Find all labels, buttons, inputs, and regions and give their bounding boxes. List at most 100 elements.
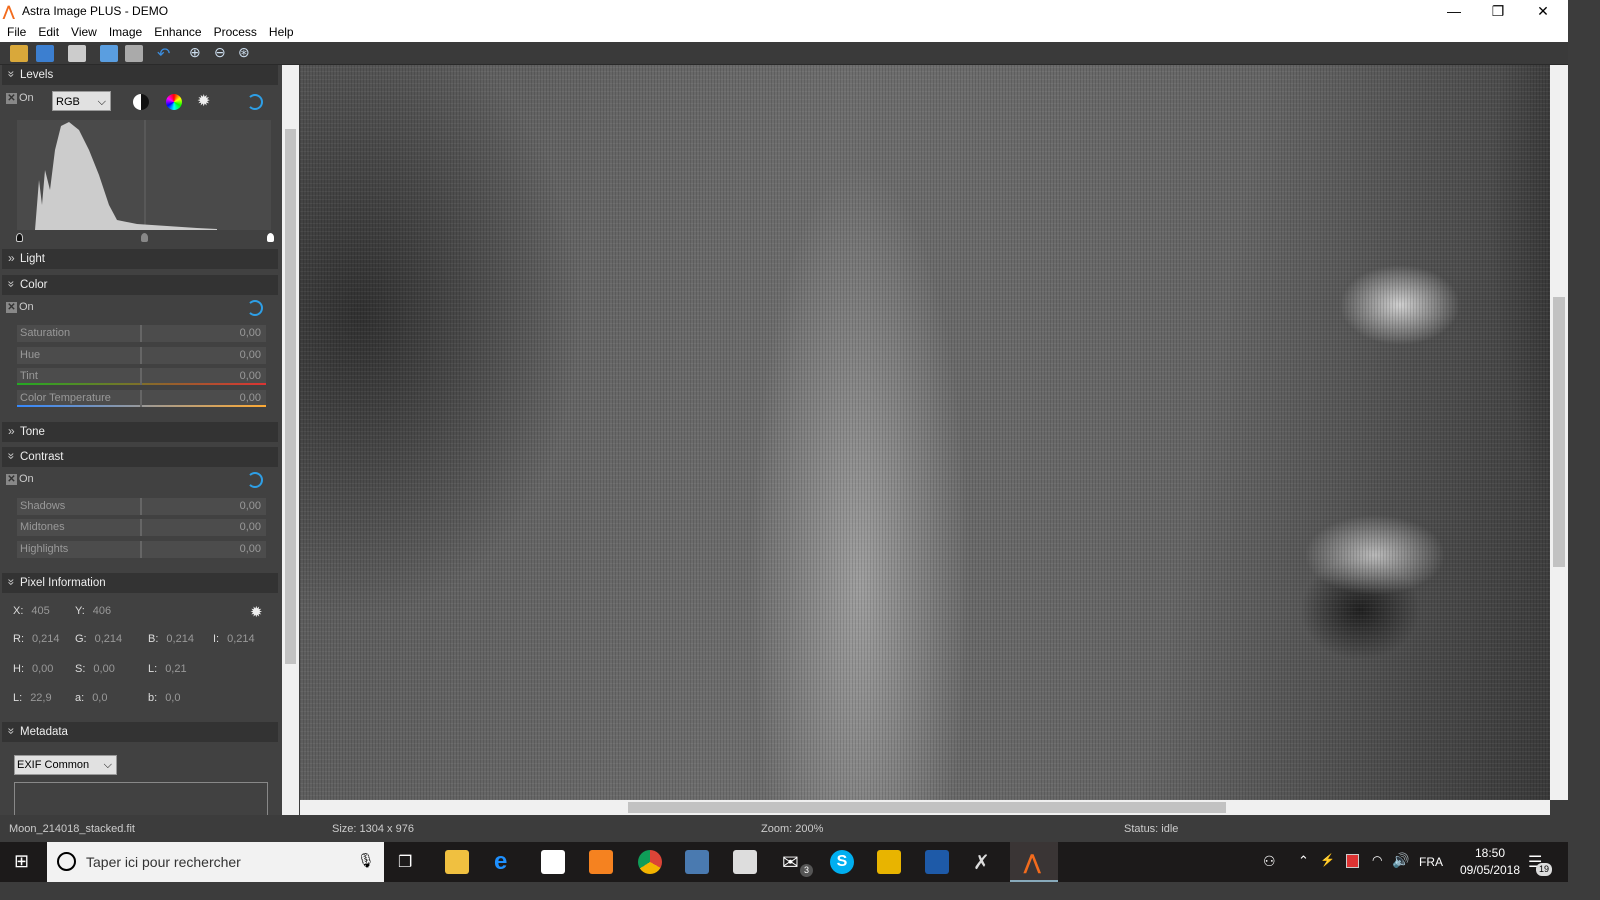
image-horizontal-scrollbar[interactable] — [300, 800, 1550, 815]
taskbar: ⊞ Taper ici pour rechercher 🎙 ❐ e ✉ 3 S … — [0, 842, 1568, 882]
windows-start-icon[interactable]: ⊞ — [14, 851, 29, 872]
undo-icon[interactable]: ↶ — [157, 44, 170, 64]
restore-button[interactable]: ❐ — [1476, 0, 1520, 22]
paste-icon[interactable] — [125, 45, 143, 62]
print-icon[interactable] — [68, 45, 86, 62]
section-pixel-information[interactable]: Pixel Information — [2, 573, 278, 593]
adjustments-panel: Levels ✕ On RGB ⌵ ✹ Light Color ✕ On Satu… — [0, 65, 282, 815]
menu-edit[interactable]: Edit — [31, 22, 64, 39]
app-x-icon[interactable]: ✗ — [973, 850, 997, 874]
pixel-l: L: 0,21 — [148, 663, 187, 675]
language-indicator[interactable]: FRA — [1419, 855, 1443, 869]
astra-taskbar-button[interactable]: ⋀ — [1010, 842, 1058, 882]
gear-icon[interactable]: ✹ — [197, 91, 210, 111]
open-icon[interactable] — [10, 45, 28, 62]
chevron-down-icon: ⌵ — [103, 759, 112, 771]
security-icon[interactable] — [1346, 854, 1359, 868]
menu-process[interactable]: Process — [207, 22, 262, 39]
menu-view[interactable]: View — [64, 22, 102, 39]
chrome-icon[interactable] — [638, 850, 662, 874]
color-on-checkbox[interactable]: ✕ — [6, 302, 17, 313]
pixel-x: X: 405 — [13, 605, 50, 617]
panel-scrollbar-thumb[interactable] — [285, 129, 296, 664]
color-reset-icon[interactable] — [247, 300, 263, 316]
pixel-lab-l: L: 22,9 — [13, 692, 52, 704]
zoom-out-icon[interactable]: ⊖ — [214, 44, 226, 61]
store-icon[interactable] — [541, 850, 565, 874]
save-icon[interactable] — [36, 45, 54, 62]
highlights-slider[interactable]: Highlights 0,00 — [17, 541, 266, 558]
search-box[interactable]: Taper ici pour rechercher 🎙 — [47, 842, 384, 882]
pixel-settings-gear-icon[interactable]: ✹ — [250, 603, 263, 621]
volume-icon[interactable]: 🔊 — [1392, 852, 1409, 869]
saturation-slider[interactable]: Saturation 0,00 — [17, 325, 266, 342]
black-point-handle[interactable] — [16, 233, 23, 242]
minimize-button[interactable]: — — [1432, 0, 1476, 22]
contrast-on-checkbox[interactable]: ✕ — [6, 474, 17, 485]
channel-value: RGB — [56, 96, 80, 108]
vertical-scrollbar-thumb[interactable] — [1553, 297, 1565, 567]
close-button[interactable]: ✕ — [1521, 0, 1565, 22]
contrast-reset-icon[interactable] — [247, 472, 263, 488]
title-bar: ⋀ Astra Image PLUS - DEMO — ❐ ✕ — [0, 0, 1568, 22]
menu-enhance[interactable]: Enhance — [147, 22, 206, 39]
show-hidden-icons[interactable]: ⌃ — [1298, 853, 1309, 869]
horizontal-scrollbar-thumb[interactable] — [628, 802, 1226, 813]
task-view-icon[interactable]: ❐ — [398, 852, 412, 872]
zoom-fit-icon[interactable]: ⊛ — [238, 44, 250, 61]
image-vertical-scrollbar[interactable] — [1550, 65, 1568, 800]
media-player-icon[interactable] — [589, 850, 613, 874]
remote-desktop-icon[interactable] — [685, 850, 709, 874]
section-levels[interactable]: Levels — [2, 65, 278, 85]
white-point-handle[interactable] — [267, 233, 274, 242]
section-contrast[interactable]: Contrast — [2, 447, 278, 467]
section-color[interactable]: Color — [2, 275, 278, 295]
slider-label: Hue — [20, 349, 41, 361]
metadata-select-value: EXIF Common — [17, 759, 90, 771]
channel-select[interactable]: RGB ⌵ — [52, 91, 111, 111]
section-tone[interactable]: Tone — [2, 421, 278, 442]
menu-image[interactable]: Image — [102, 22, 147, 39]
slider-label: Midtones — [20, 521, 65, 533]
edge-icon[interactable]: e — [494, 850, 518, 874]
people-icon[interactable]: ⚇ — [1263, 853, 1276, 870]
section-light[interactable]: Light — [2, 248, 278, 269]
midtones-slider[interactable]: Midtones 0,00 — [17, 519, 266, 536]
mail-badge: 3 — [800, 864, 813, 877]
calculator-icon[interactable] — [733, 850, 757, 874]
skype-icon[interactable]: S — [830, 850, 854, 874]
pixel-i: I: 0,214 — [213, 633, 255, 645]
levels-reset-icon[interactable] — [247, 94, 263, 110]
status-size: Size: 1304 x 976 — [332, 823, 414, 835]
shadows-slider[interactable]: Shadows 0,00 — [17, 498, 266, 515]
panel-scrollbar[interactable] — [282, 65, 299, 815]
contrast-icon[interactable] — [133, 94, 149, 110]
slider-value: 0,00 — [239, 521, 261, 533]
microphone-icon[interactable]: 🎙 — [357, 852, 375, 869]
slider-value: 0,00 — [239, 543, 261, 555]
clock[interactable]: 18:50 09/05/2018 — [1450, 846, 1530, 877]
hue-slider[interactable]: Hue 0,00 — [17, 347, 266, 364]
cortana-icon — [57, 852, 76, 871]
copy-icon[interactable] — [100, 45, 118, 62]
search-placeholder: Taper ici pour rechercher — [86, 854, 241, 870]
app-blue-icon[interactable] — [925, 850, 949, 874]
status-filename: Moon_214018_stacked.fit — [9, 823, 135, 835]
file-explorer-icon[interactable] — [445, 850, 469, 874]
menu-help[interactable]: Help — [262, 22, 299, 39]
image-canvas[interactable] — [300, 65, 1550, 800]
levels-on-checkbox[interactable]: ✕ — [6, 93, 17, 104]
wifi-icon[interactable]: ◠ — [1372, 853, 1382, 867]
section-metadata[interactable]: Metadata — [2, 722, 278, 742]
menu-file[interactable]: File — [0, 22, 31, 39]
metadata-select[interactable]: EXIF Common ⌵ — [14, 755, 117, 775]
tint-slider[interactable]: Tint 0,00 — [17, 368, 266, 385]
power-icon[interactable]: ⚡ — [1320, 853, 1335, 867]
color-temperature-slider[interactable]: Color Temperature 0,00 — [17, 390, 266, 407]
app-yellow-icon[interactable] — [877, 850, 901, 874]
midtone-handle[interactable] — [141, 233, 148, 242]
zoom-in-icon[interactable]: ⊕ — [189, 44, 201, 61]
metadata-list[interactable] — [14, 782, 268, 815]
slider-value: 0,00 — [239, 349, 261, 361]
color-wheel-icon[interactable] — [166, 94, 182, 110]
